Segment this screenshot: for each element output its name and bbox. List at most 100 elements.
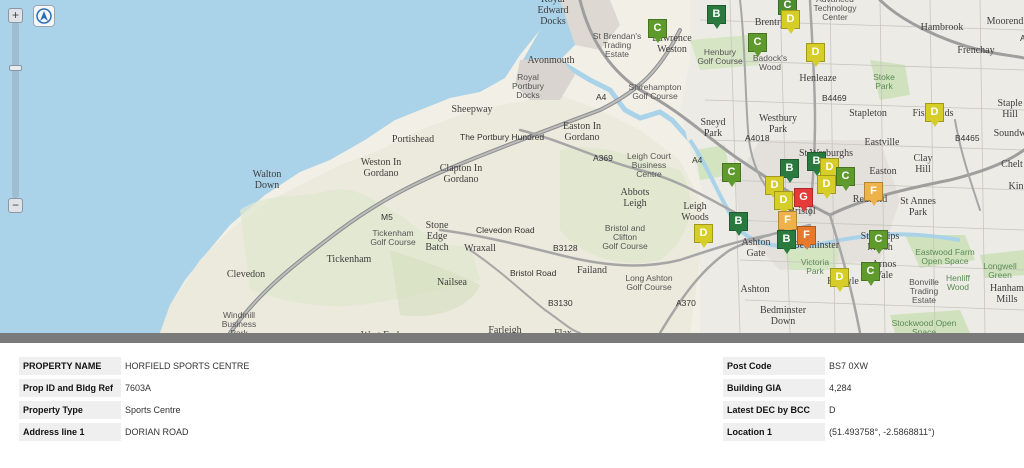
detail-value: 4,284	[829, 383, 852, 393]
place-label: Leigh Woods	[681, 201, 709, 223]
road-label: M5	[381, 212, 393, 222]
road-label: A4	[596, 92, 607, 102]
property-marker[interactable]: F	[797, 226, 816, 250]
place-label: Shirehampton Golf Course	[628, 82, 682, 101]
zoom-slider-track[interactable]	[12, 22, 19, 198]
detail-value: D	[829, 405, 836, 415]
property-marker[interactable]: B	[777, 230, 796, 254]
place-label: St Brendan's Trading Estate	[592, 31, 642, 59]
place-label: Advanced Technology Center	[813, 0, 857, 22]
property-marker[interactable]: C	[861, 262, 880, 286]
place-label: Leigh Court Business Centre	[627, 151, 671, 179]
place-label: St Annes Park	[900, 196, 936, 218]
place-label: Bristol and Clifton Golf Course	[602, 223, 648, 251]
place-label: Ashton Gate	[741, 237, 771, 259]
place-label: Sheepway	[451, 104, 493, 115]
zoom-control: + −	[8, 8, 23, 213]
detail-value: DORIAN ROAD	[125, 427, 189, 437]
detail-label: Property Type	[19, 401, 121, 419]
detail-label: PROPERTY NAME	[19, 357, 121, 375]
place-label: Kin	[1008, 181, 1024, 192]
detail-value: Sports Centre	[125, 405, 181, 415]
locate-me-button[interactable]	[33, 5, 55, 27]
property-marker[interactable]: D	[806, 43, 825, 67]
road-label: A4174	[1020, 33, 1024, 43]
property-marker[interactable]: D	[774, 191, 793, 215]
property-marker[interactable]: F	[864, 182, 883, 206]
place-label: Farleigh	[488, 325, 522, 333]
locate-me-icon	[36, 8, 52, 24]
property-marker[interactable]: B	[707, 5, 726, 29]
place-label: Tickenham	[326, 254, 372, 265]
road-label: A369	[593, 153, 613, 163]
road-label: Clevedon Road	[476, 225, 535, 235]
property-marker[interactable]: D	[830, 268, 849, 292]
property-marker[interactable]: C	[722, 163, 741, 187]
road-label: A4	[692, 155, 703, 165]
property-marker[interactable]: B	[729, 212, 748, 236]
place-label: Stoke Park	[873, 72, 895, 91]
property-marker[interactable]: C	[869, 230, 888, 254]
property-marker[interactable]: D	[694, 224, 713, 248]
place-label: Sneyd Park	[700, 117, 726, 139]
place-label: Wraxall	[464, 243, 496, 254]
place-label: Stockwood Open Space	[891, 318, 957, 334]
property-marker[interactable]: C	[748, 33, 767, 57]
property-marker[interactable]: C	[648, 19, 667, 43]
detail-label: Location 1	[723, 423, 825, 441]
place-label: Royal Portbury Docks	[511, 72, 545, 100]
road-label: Bristol Road	[510, 268, 557, 278]
property-marker[interactable]: G	[794, 188, 813, 212]
road-label: B3128	[553, 243, 578, 253]
detail-label: Post Code	[723, 357, 825, 375]
place-label: Henbury Golf Course	[697, 47, 743, 66]
place-label: Royal Edward Docks	[537, 0, 569, 27]
place-label: Henleaze	[799, 73, 837, 84]
panel-divider[interactable]	[0, 333, 1024, 343]
place-label: Henliff Wood	[946, 273, 970, 292]
place-label: Ashton	[740, 284, 770, 295]
place-label: Avonmouth	[527, 55, 575, 66]
place-label: Bonville Trading Estate	[909, 277, 939, 305]
zoom-slider-handle[interactable]	[9, 65, 22, 71]
property-marker[interactable]: F	[778, 211, 797, 235]
place-label: Windmill Business Park	[221, 310, 257, 334]
place-label: Chelt	[1001, 159, 1023, 170]
road-label: A4018	[745, 133, 770, 143]
detail-label: Address line 1	[19, 423, 121, 441]
road-label: B3130	[548, 298, 573, 308]
place-label: Weston In Gordano	[360, 157, 402, 179]
place-label: Longwell Green	[983, 261, 1017, 280]
place-label: Clay Hill	[913, 153, 933, 175]
detail-value: BS7 0XW	[829, 361, 869, 371]
place-label: Moorend	[986, 16, 1024, 27]
detail-label: Latest DEC by BCC	[723, 401, 825, 419]
detail-label: Prop ID and Bldg Ref	[19, 379, 121, 397]
place-label: Abbots Leigh	[620, 187, 650, 209]
place-label: Frenchay	[957, 45, 995, 56]
place-label: Clevedon	[226, 269, 266, 280]
detail-label: Building GIA	[723, 379, 825, 397]
zoom-out-button[interactable]: −	[8, 198, 23, 213]
place-label: Portishead	[391, 134, 435, 145]
property-marker[interactable]: C	[836, 167, 855, 191]
place-label: Long Ashton Golf Course	[625, 273, 673, 292]
place-label: Soundw	[993, 128, 1024, 139]
property-marker[interactable]: D	[817, 175, 836, 199]
detail-value: 7603A	[125, 383, 152, 393]
road-label: B4465	[955, 133, 980, 143]
road-label: The Portbury Hundred	[460, 132, 545, 142]
road-label: A370	[676, 298, 696, 308]
place-label: Bedminster Down	[759, 305, 807, 327]
property-details-panel: PROPERTY NAME HORFIELD SPORTS CENTRE Prop …	[0, 343, 1024, 468]
place-label: Easton	[869, 166, 897, 177]
property-marker[interactable]: D	[781, 10, 800, 34]
property-marker[interactable]: D	[925, 103, 944, 127]
place-label: Staple Hill	[997, 98, 1023, 120]
place-label: Tickenham Golf Course	[370, 228, 416, 247]
place-label: Hambrook	[920, 22, 964, 33]
map-view[interactable]: Royal Edward Docks Avonmouth Royal Portbur…	[0, 0, 1024, 333]
zoom-in-button[interactable]: +	[8, 8, 23, 23]
place-label: Stone Edge Batch	[425, 220, 449, 253]
place-label: Failand	[577, 265, 607, 276]
